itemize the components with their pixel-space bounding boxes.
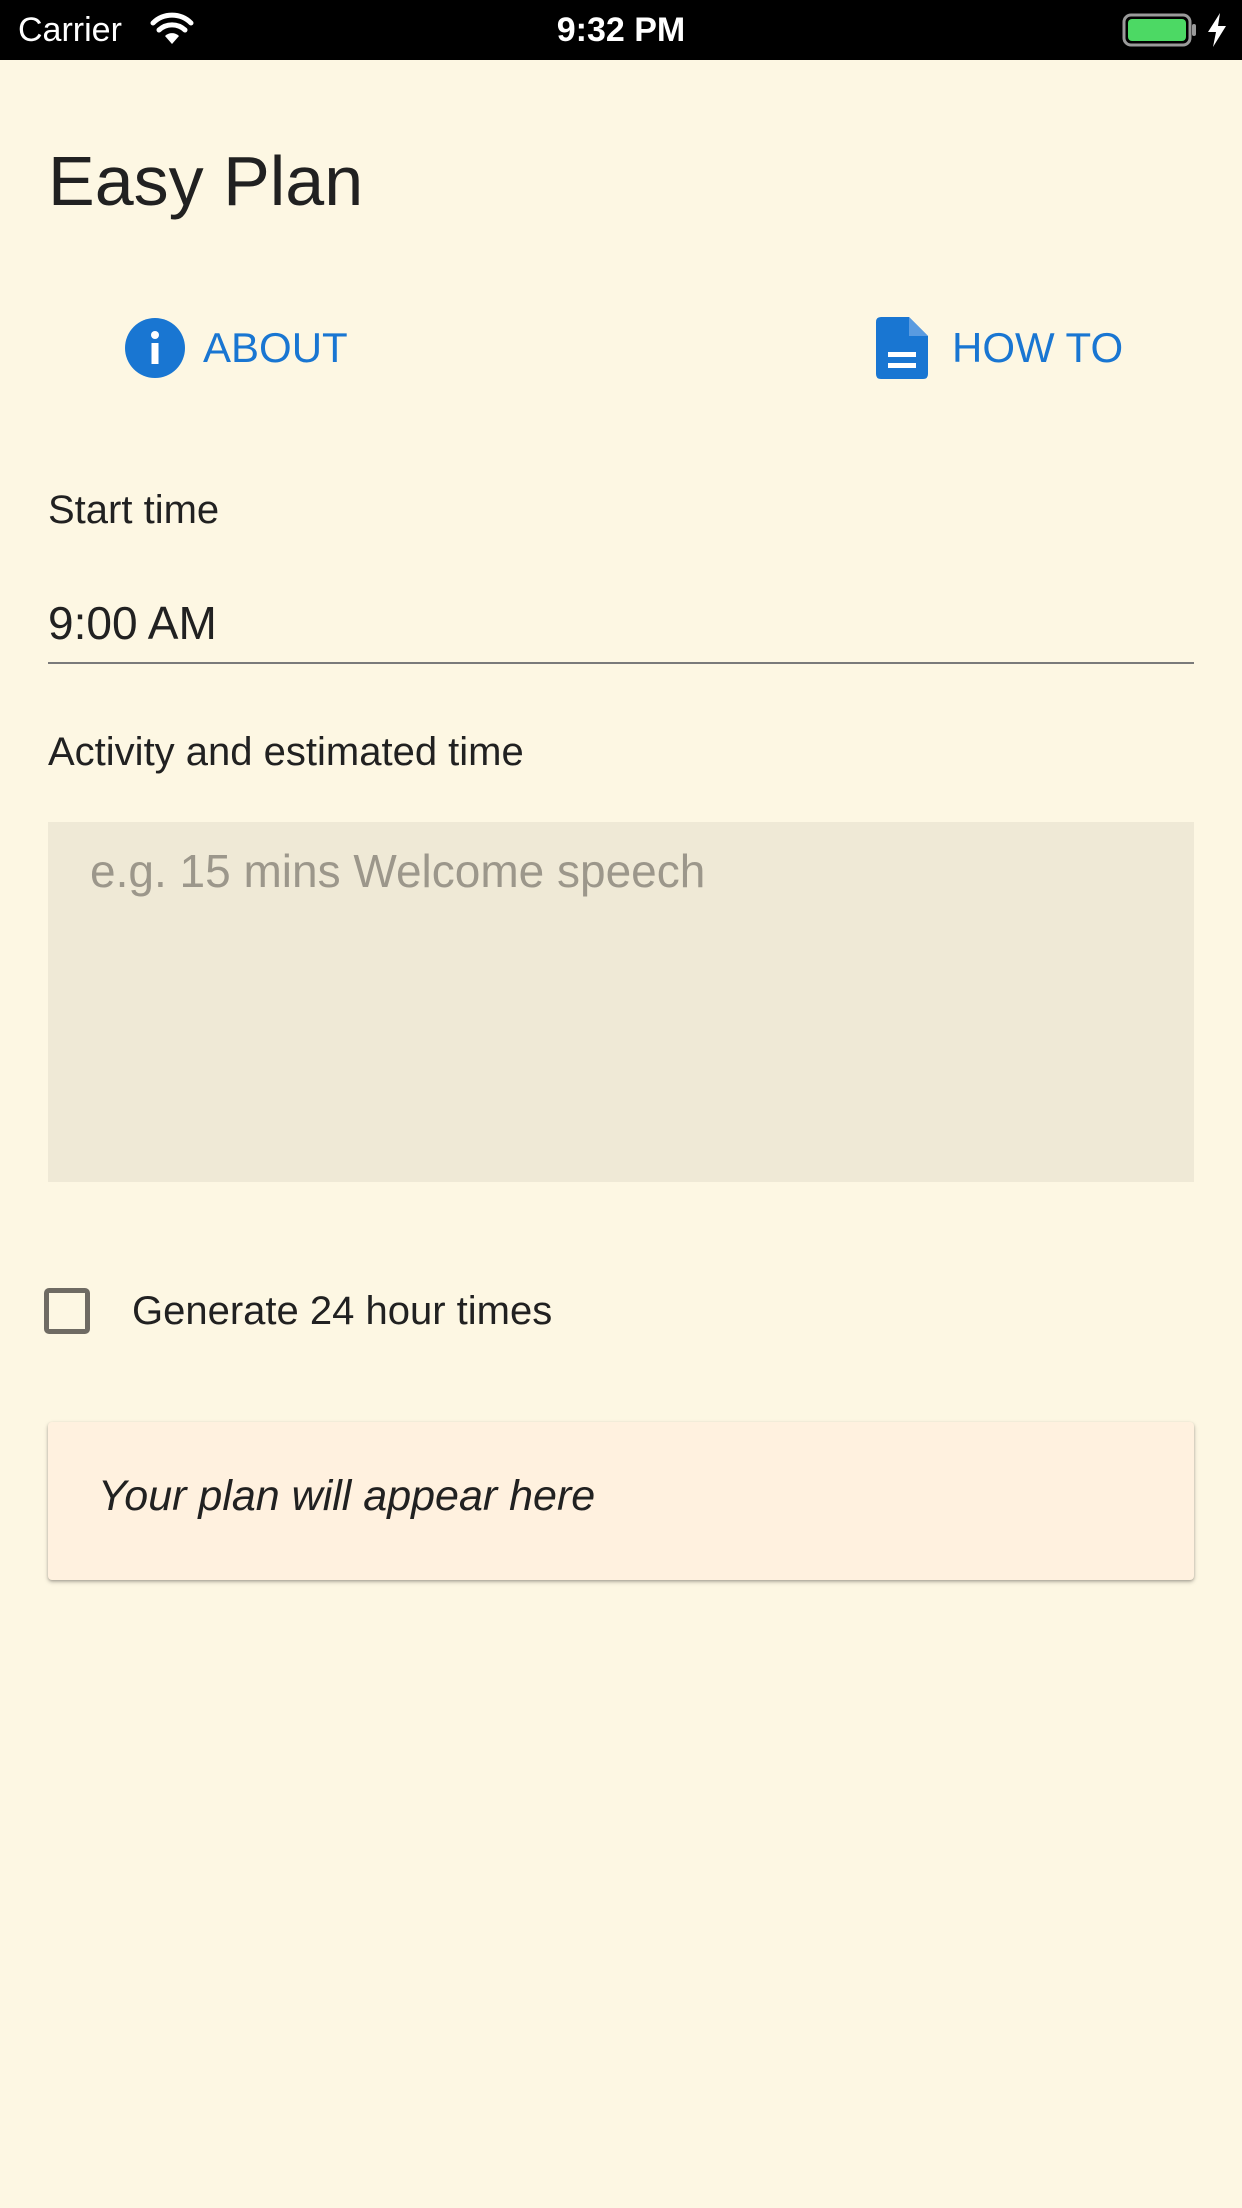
activity-input[interactable] [48,822,1194,1182]
start-time-input[interactable] [48,584,1194,664]
how-to-label: HOW TO [952,324,1124,371]
about-label: ABOUT [203,324,348,371]
plan-placeholder-text: Your plan will appear here [98,1472,596,1520]
generate-24h-checkbox[interactable] [44,1288,90,1334]
about-button[interactable]: ABOUT [125,312,348,384]
generate-24h-option[interactable]: Generate 24 hour times [44,1288,552,1334]
plan-output-card: Your plan will appear here [48,1422,1194,1580]
battery-icon [1122,13,1198,52]
app-title: Easy Plan [48,142,364,220]
info-icon [125,318,185,378]
how-to-button[interactable]: HOW TO [876,312,1123,384]
document-icon [876,317,928,379]
charging-icon [1206,12,1228,53]
status-bar: Carrier 9:32 PM [0,0,1242,60]
activity-label: Activity and estimated time [48,730,524,774]
clock-label: 9:32 PM [556,11,686,49]
start-time-label: Start time [48,488,220,532]
generate-24h-label: Generate 24 hour times [132,1288,553,1333]
